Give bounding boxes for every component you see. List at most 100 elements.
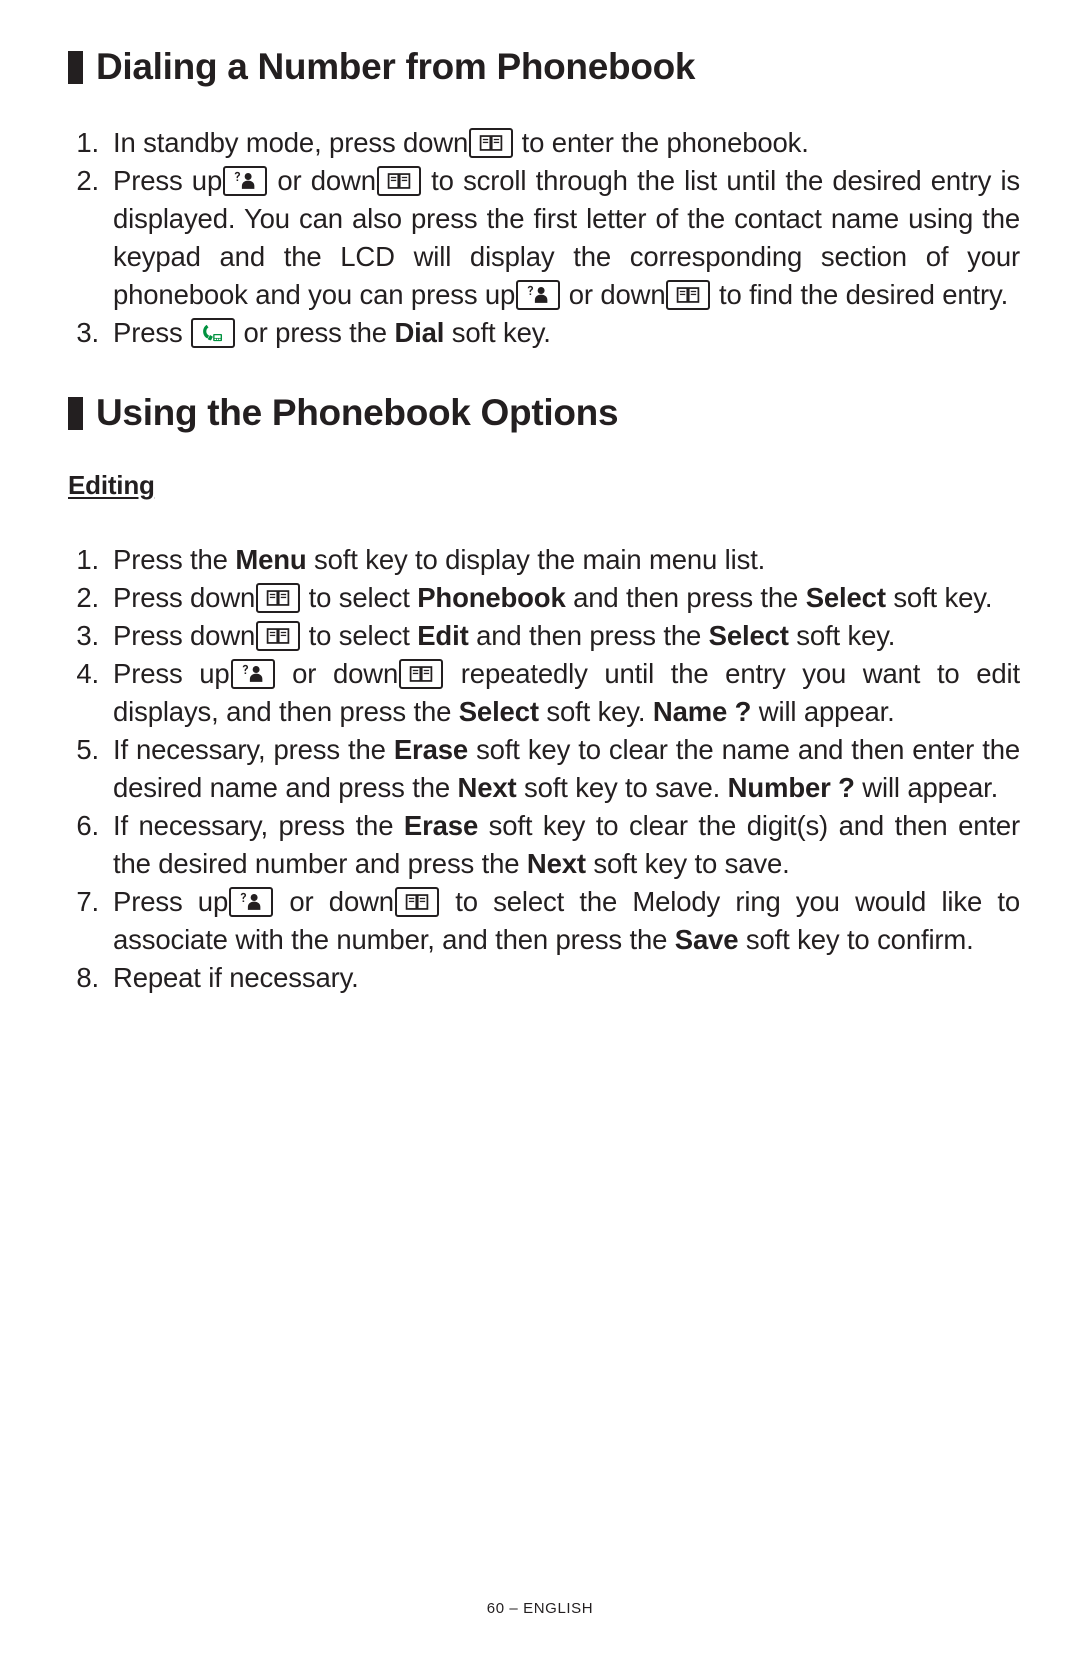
phonebook-book-icon[interactable] <box>394 887 439 917</box>
section-heading-options: Using the Phonebook Options <box>68 392 1020 434</box>
list-item-number: 1. <box>76 127 99 158</box>
list-item-body: Press or press the Dial soft key. <box>113 314 1020 352</box>
step-text: Press down <box>113 582 256 613</box>
square-bullet-icon <box>68 396 83 430</box>
step-emphasis: Menu <box>235 544 307 575</box>
list-item-body: Press up or down repeatedly until the en… <box>113 655 1020 731</box>
list-item-body: Press up or down to scroll through the l… <box>113 162 1020 314</box>
green-phone-handset-icon[interactable] <box>191 318 236 348</box>
list-item-number: 1. <box>76 544 99 575</box>
list-item: 6. If necessary, press the Erase soft key… <box>68 807 1020 883</box>
phonebook-book-icon[interactable] <box>256 583 301 613</box>
step-text: will appear. <box>854 772 999 803</box>
step-text: and then press the <box>468 620 709 651</box>
step-text: soft key. <box>538 696 653 727</box>
step-text: soft key to display the main menu list. <box>306 544 766 575</box>
list-item: 7. Press up or down to select the Melody … <box>68 883 1020 959</box>
list-item-body: Repeat if necessary. <box>113 959 1020 997</box>
step-text: soft key. <box>885 582 993 613</box>
step-emphasis: Erase <box>403 810 479 841</box>
list-item: 1. In standby mode, press down to enter t… <box>68 124 1020 162</box>
step-text: soft key. <box>444 317 551 348</box>
step-text: will appear. <box>751 696 895 727</box>
step-text: Press down <box>113 620 256 651</box>
caller-id-person-icon[interactable] <box>229 887 274 917</box>
list-item-number: 5. <box>76 734 99 765</box>
step-emphasis: Number ? <box>727 772 855 803</box>
step-text: or down <box>561 279 666 310</box>
step-text: soft key. <box>788 620 896 651</box>
step-text: to find the desired entry. <box>711 279 1009 310</box>
step-emphasis: Erase <box>393 734 469 765</box>
step-text: and then press the <box>565 582 806 613</box>
list-item-number: 4. <box>76 658 99 689</box>
step-emphasis: Dial <box>394 317 445 348</box>
dialing-steps-list: 1. In standby mode, press down to enter t… <box>68 124 1020 352</box>
list-item: 2. Press up or down to scroll through the… <box>68 162 1020 314</box>
list-item-body: If necessary, press the Erase soft key t… <box>113 807 1020 883</box>
step-text: soft key to save. <box>585 848 790 879</box>
step-emphasis: Name ? <box>652 696 752 727</box>
list-item-number: 6. <box>76 810 99 841</box>
list-item: 5. If necessary, press the Erase soft key… <box>68 731 1020 807</box>
step-text: If necessary, press the <box>113 810 404 841</box>
step-text: In standby mode, press down <box>113 127 469 158</box>
step-emphasis: Next <box>457 772 517 803</box>
list-item: 2. Press down to select Phonebook and the… <box>68 579 1020 617</box>
list-item-number: 3. <box>76 620 99 651</box>
step-text: to select <box>301 582 418 613</box>
list-item-body: If necessary, press the Erase soft key t… <box>113 731 1020 807</box>
step-emphasis: Select <box>708 620 789 651</box>
step-text: soft key to save. <box>516 772 728 803</box>
step-text: Press up <box>113 165 223 196</box>
phonebook-book-icon[interactable] <box>469 128 514 158</box>
step-emphasis: Phonebook <box>417 582 566 613</box>
phonebook-book-icon[interactable] <box>399 659 444 689</box>
manual-page: Dialing a Number from Phonebook 1. In sta… <box>0 0 1080 1669</box>
step-text: or down <box>275 658 399 689</box>
list-item: 3. Press or press the Dial soft key. <box>68 314 1020 352</box>
step-text: Press up <box>113 886 229 917</box>
section-heading-text: Using the Phonebook Options <box>96 392 619 433</box>
step-text: Press up <box>113 658 230 689</box>
step-text: or down <box>274 886 394 917</box>
step-text: soft key to confirm. <box>738 924 974 955</box>
step-text: or down <box>268 165 376 196</box>
page-footer: 60 – ENGLISH <box>486 1600 594 1617</box>
list-item-number: 3. <box>76 317 99 348</box>
step-emphasis: Edit <box>417 620 469 651</box>
step-text: Press <box>113 317 191 348</box>
square-bullet-icon <box>68 50 83 84</box>
step-text: to enter the phonebook. <box>514 127 809 158</box>
list-item: 4. Press up or down repeatedly until the … <box>68 655 1020 731</box>
list-item-number: 7. <box>76 886 99 917</box>
step-text: Repeat if necessary. <box>113 962 359 993</box>
step-text: or press the <box>236 317 395 348</box>
list-item-body: Press down to select Phonebook and then … <box>113 579 1020 617</box>
list-item-number: 2. <box>76 165 99 196</box>
list-item: 8. Repeat if necessary. <box>68 959 1020 997</box>
list-item-body: Press the Menu soft key to display the m… <box>113 541 1020 579</box>
list-item-number: 2. <box>76 582 99 613</box>
caller-id-person-icon[interactable] <box>516 280 561 310</box>
section-heading-dialing: Dialing a Number from Phonebook <box>68 46 1020 88</box>
caller-id-person-icon[interactable] <box>223 166 268 196</box>
phonebook-book-icon[interactable] <box>256 621 301 651</box>
step-text: to select <box>301 620 418 651</box>
list-item: 3. Press down to select Edit and then pre… <box>68 617 1020 655</box>
caller-id-person-icon[interactable] <box>230 659 275 689</box>
list-item: 1. Press the Menu soft key to display the… <box>68 541 1020 579</box>
sub-heading-editing: Editing <box>68 470 155 500</box>
step-emphasis: Next <box>526 848 586 879</box>
step-emphasis: Save <box>674 924 739 955</box>
step-text: If necessary, press the <box>113 734 394 765</box>
phonebook-book-icon[interactable] <box>376 166 421 196</box>
step-emphasis: Select <box>458 696 539 727</box>
list-item-body: Press down to select Edit and then press… <box>113 617 1020 655</box>
editing-steps-list: 1. Press the Menu soft key to display the… <box>68 541 1020 997</box>
phonebook-book-icon[interactable] <box>666 280 711 310</box>
list-item-body: Press up or down to select the Melody ri… <box>113 883 1020 959</box>
step-emphasis: Select <box>805 582 886 613</box>
step-text: Press the <box>113 544 236 575</box>
list-item-number: 8. <box>76 962 99 993</box>
